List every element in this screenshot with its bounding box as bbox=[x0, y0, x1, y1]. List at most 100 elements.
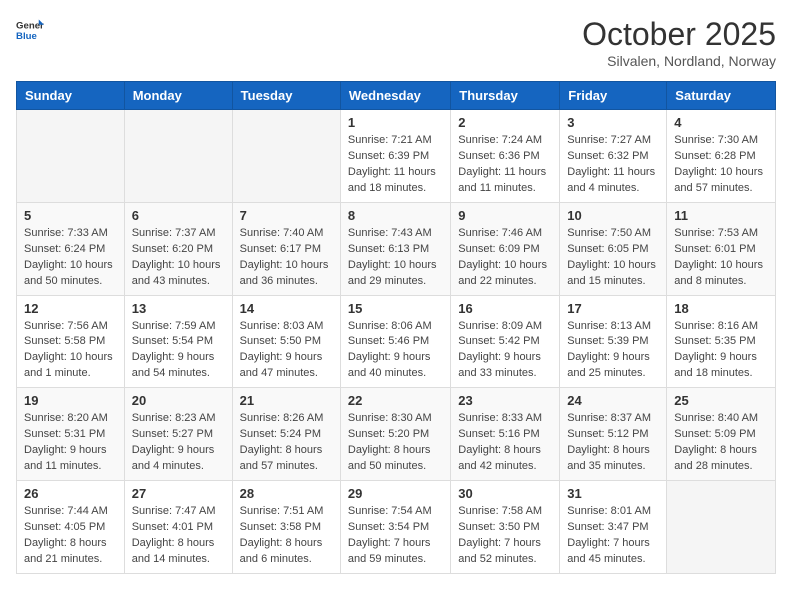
day-number: 24 bbox=[567, 393, 659, 408]
calendar-cell: 23Sunrise: 8:33 AM Sunset: 5:16 PM Dayli… bbox=[451, 388, 560, 481]
calendar-cell: 7 Sunrise: 7:40 AM Sunset: 6:17 PM Daylig… bbox=[232, 202, 340, 295]
day-number: 13 bbox=[132, 301, 225, 316]
calendar-cell: 29 Sunrise: 7:54 AM Sunset: 3:54 PM Dayli… bbox=[340, 481, 450, 574]
location-subtitle: Silvalen, Nordland, Norway bbox=[582, 53, 776, 69]
calendar-cell: 26 Sunrise: 7:44 AM Sunset: 4:05 PM Dayli… bbox=[17, 481, 125, 574]
day-number: 5 bbox=[24, 208, 117, 223]
calendar-cell: 24 Sunrise: 8:37 AM Sunset: 5:12 PM Dayli… bbox=[560, 388, 667, 481]
month-title: October 2025 bbox=[582, 16, 776, 53]
day-number: 1 bbox=[348, 115, 443, 130]
calendar-cell: 10Sunrise: 7:50 AM Sunset: 6:05 PM Dayli… bbox=[560, 202, 667, 295]
calendar-cell: 6 Sunrise: 7:37 AM Sunset: 6:20 PM Daylig… bbox=[124, 202, 232, 295]
calendar-cell: 27 Sunrise: 7:47 AM Sunset: 4:01 PM Dayli… bbox=[124, 481, 232, 574]
day-info: Sunrise: 7:21 AM Sunset: 6:39 PM Dayligh… bbox=[348, 133, 443, 197]
calendar-cell: 21Sunrise: 8:26 AM Sunset: 5:24 PM Dayli… bbox=[232, 388, 340, 481]
day-number: 25 bbox=[674, 393, 768, 408]
day-number: 8 bbox=[348, 208, 443, 223]
day-info: Sunrise: 8:30 AM Sunset: 5:20 PM Dayligh… bbox=[348, 411, 443, 475]
calendar-cell: 1 Sunrise: 7:21 AM Sunset: 6:39 PM Daylig… bbox=[340, 110, 450, 203]
day-info: Sunrise: 7:54 AM Sunset: 3:54 PM Dayligh… bbox=[348, 504, 443, 568]
calendar-cell: 30 Sunrise: 7:58 AM Sunset: 3:50 PM Dayli… bbox=[451, 481, 560, 574]
day-number: 9 bbox=[458, 208, 552, 223]
day-number: 17 bbox=[567, 301, 659, 316]
day-number: 27 bbox=[132, 486, 225, 501]
calendar-cell: 12Sunrise: 7:56 AM Sunset: 5:58 PM Dayli… bbox=[17, 295, 125, 388]
day-number: 23 bbox=[458, 393, 552, 408]
calendar-cell: 31Sunrise: 8:01 AM Sunset: 3:47 PM Dayli… bbox=[560, 481, 667, 574]
calendar-cell: 16 Sunrise: 8:09 AM Sunset: 5:42 PM Dayli… bbox=[451, 295, 560, 388]
calendar-week-1: 1 Sunrise: 7:21 AM Sunset: 6:39 PM Daylig… bbox=[17, 110, 776, 203]
calendar-cell bbox=[17, 110, 125, 203]
calendar-cell: 17 Sunrise: 8:13 AM Sunset: 5:39 PM Dayli… bbox=[560, 295, 667, 388]
day-info: Sunrise: 7:58 AM Sunset: 3:50 PM Dayligh… bbox=[458, 504, 552, 568]
day-number: 15 bbox=[348, 301, 443, 316]
calendar-cell: 3 Sunrise: 7:27 AM Sunset: 6:32 PM Daylig… bbox=[560, 110, 667, 203]
day-info: Sunrise: 7:46 AM Sunset: 6:09 PM Dayligh… bbox=[458, 226, 552, 290]
day-info: Sunrise: 7:33 AM Sunset: 6:24 PM Dayligh… bbox=[24, 226, 117, 290]
day-info: Sunrise: 8:40 AM Sunset: 5:09 PM Dayligh… bbox=[674, 411, 768, 475]
day-number: 30 bbox=[458, 486, 552, 501]
logo-icon: General Blue bbox=[16, 16, 44, 44]
day-number: 19 bbox=[24, 393, 117, 408]
day-number: 14 bbox=[240, 301, 333, 316]
day-number: 21 bbox=[240, 393, 333, 408]
day-info: Sunrise: 7:40 AM Sunset: 6:17 PM Dayligh… bbox=[240, 226, 333, 290]
day-number: 6 bbox=[132, 208, 225, 223]
day-info: Sunrise: 7:27 AM Sunset: 6:32 PM Dayligh… bbox=[567, 133, 659, 197]
calendar-cell bbox=[667, 481, 776, 574]
calendar-cell: 8Sunrise: 7:43 AM Sunset: 6:13 PM Daylig… bbox=[340, 202, 450, 295]
calendar-cell: 13Sunrise: 7:59 AM Sunset: 5:54 PM Dayli… bbox=[124, 295, 232, 388]
day-number: 7 bbox=[240, 208, 333, 223]
day-info: Sunrise: 7:44 AM Sunset: 4:05 PM Dayligh… bbox=[24, 504, 117, 568]
title-block: October 2025 Silvalen, Nordland, Norway bbox=[582, 16, 776, 69]
column-header-tuesday: Tuesday bbox=[232, 82, 340, 110]
day-info: Sunrise: 8:01 AM Sunset: 3:47 PM Dayligh… bbox=[567, 504, 659, 568]
day-number: 22 bbox=[348, 393, 443, 408]
day-number: 16 bbox=[458, 301, 552, 316]
day-number: 12 bbox=[24, 301, 117, 316]
column-header-saturday: Saturday bbox=[667, 82, 776, 110]
day-number: 26 bbox=[24, 486, 117, 501]
column-header-wednesday: Wednesday bbox=[340, 82, 450, 110]
calendar-cell: 18 Sunrise: 8:16 AM Sunset: 5:35 PM Dayli… bbox=[667, 295, 776, 388]
calendar-cell: 25 Sunrise: 8:40 AM Sunset: 5:09 PM Dayli… bbox=[667, 388, 776, 481]
day-info: Sunrise: 8:20 AM Sunset: 5:31 PM Dayligh… bbox=[24, 411, 117, 475]
calendar-cell: 2 Sunrise: 7:24 AM Sunset: 6:36 PM Daylig… bbox=[451, 110, 560, 203]
calendar-cell: 22 Sunrise: 8:30 AM Sunset: 5:20 PM Dayli… bbox=[340, 388, 450, 481]
day-number: 3 bbox=[567, 115, 659, 130]
calendar-cell: 5 Sunrise: 7:33 AM Sunset: 6:24 PM Daylig… bbox=[17, 202, 125, 295]
day-info: Sunrise: 8:37 AM Sunset: 5:12 PM Dayligh… bbox=[567, 411, 659, 475]
calendar-week-3: 12Sunrise: 7:56 AM Sunset: 5:58 PM Dayli… bbox=[17, 295, 776, 388]
day-number: 2 bbox=[458, 115, 552, 130]
svg-text:Blue: Blue bbox=[16, 31, 37, 42]
day-number: 11 bbox=[674, 208, 768, 223]
logo: General Blue bbox=[16, 16, 44, 44]
day-info: Sunrise: 7:37 AM Sunset: 6:20 PM Dayligh… bbox=[132, 226, 225, 290]
day-number: 4 bbox=[674, 115, 768, 130]
day-info: Sunrise: 8:23 AM Sunset: 5:27 PM Dayligh… bbox=[132, 411, 225, 475]
calendar-header-row: SundayMondayTuesdayWednesdayThursdayFrid… bbox=[17, 82, 776, 110]
calendar-cell: 28Sunrise: 7:51 AM Sunset: 3:58 PM Dayli… bbox=[232, 481, 340, 574]
column-header-friday: Friday bbox=[560, 82, 667, 110]
day-number: 18 bbox=[674, 301, 768, 316]
page-header: General Blue October 2025 Silvalen, Nord… bbox=[16, 16, 776, 69]
day-number: 10 bbox=[567, 208, 659, 223]
day-info: Sunrise: 8:09 AM Sunset: 5:42 PM Dayligh… bbox=[458, 319, 552, 383]
calendar-cell: 14 Sunrise: 8:03 AM Sunset: 5:50 PM Dayli… bbox=[232, 295, 340, 388]
day-info: Sunrise: 7:51 AM Sunset: 3:58 PM Dayligh… bbox=[240, 504, 333, 568]
calendar-table: SundayMondayTuesdayWednesdayThursdayFrid… bbox=[16, 81, 776, 574]
day-info: Sunrise: 8:13 AM Sunset: 5:39 PM Dayligh… bbox=[567, 319, 659, 383]
calendar-week-5: 26 Sunrise: 7:44 AM Sunset: 4:05 PM Dayli… bbox=[17, 481, 776, 574]
day-info: Sunrise: 8:03 AM Sunset: 5:50 PM Dayligh… bbox=[240, 319, 333, 383]
column-header-sunday: Sunday bbox=[17, 82, 125, 110]
calendar-cell bbox=[124, 110, 232, 203]
calendar-cell: 9 Sunrise: 7:46 AM Sunset: 6:09 PM Daylig… bbox=[451, 202, 560, 295]
column-header-thursday: Thursday bbox=[451, 82, 560, 110]
calendar-cell: 15Sunrise: 8:06 AM Sunset: 5:46 PM Dayli… bbox=[340, 295, 450, 388]
day-info: Sunrise: 7:47 AM Sunset: 4:01 PM Dayligh… bbox=[132, 504, 225, 568]
day-info: Sunrise: 7:24 AM Sunset: 6:36 PM Dayligh… bbox=[458, 133, 552, 197]
calendar-week-2: 5 Sunrise: 7:33 AM Sunset: 6:24 PM Daylig… bbox=[17, 202, 776, 295]
day-number: 29 bbox=[348, 486, 443, 501]
day-info: Sunrise: 8:16 AM Sunset: 5:35 PM Dayligh… bbox=[674, 319, 768, 383]
column-header-monday: Monday bbox=[124, 82, 232, 110]
